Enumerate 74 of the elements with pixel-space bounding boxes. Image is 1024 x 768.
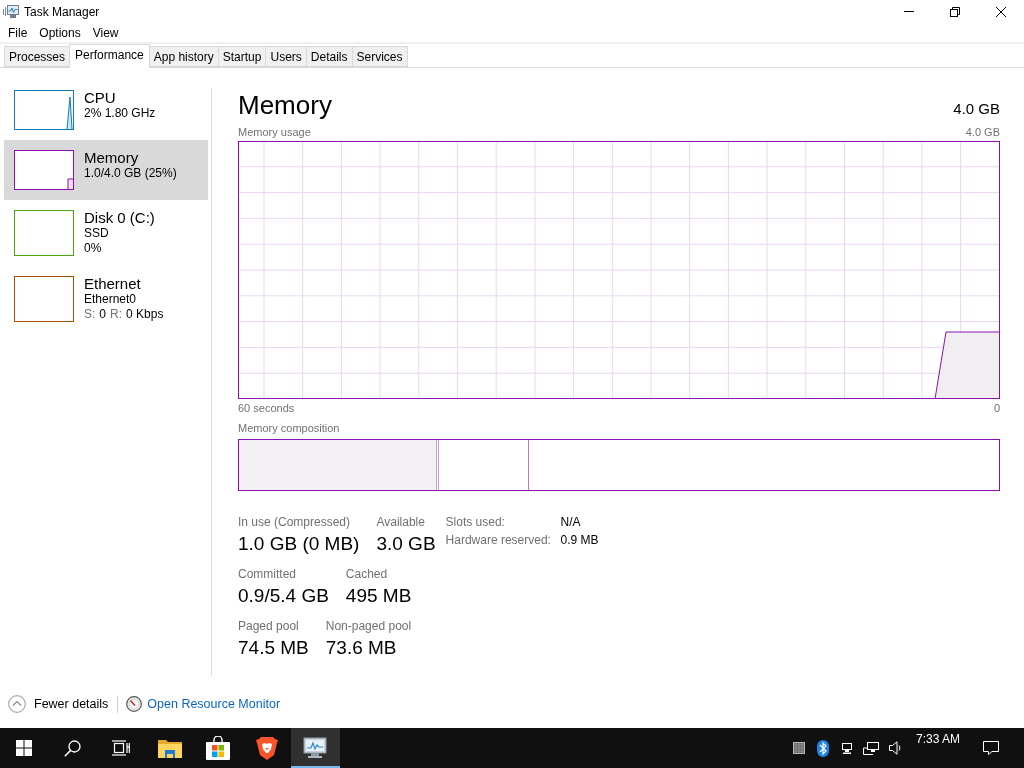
shield-icon — [255, 736, 278, 760]
network-icon[interactable] — [863, 741, 879, 755]
windows-logo-icon — [16, 740, 33, 756]
capacity-value: 4.0 GB — [953, 100, 1000, 117]
resource-detail: 1.0/4.0 GB (25%) — [84, 166, 177, 181]
window-title: Task Manager — [24, 3, 101, 20]
resource-list-item[interactable]: Disk 0 (C:) SSD 0% — [4, 200, 208, 266]
clock-time[interactable]: 7:33 AM — [907, 728, 969, 768]
detail-label: Hardware reserved: — [445, 533, 552, 547]
rate-label: S: — [84, 307, 96, 322]
menu-item[interactable]: View — [86, 23, 125, 42]
resource-list-item[interactable]: Memory 1.0/4.0 GB (25%) — [4, 140, 208, 200]
resource-name: Disk 0 (C:) — [84, 210, 155, 226]
resource-name: CPU — [84, 90, 117, 106]
graph-label: Memory composition — [238, 422, 340, 435]
resource-detail: SSD — [84, 226, 110, 241]
task-view-icon — [112, 740, 131, 756]
stat-label: Available — [376, 515, 426, 529]
resource-list-item[interactable]: CPU 2% 1.80 GHz — [4, 80, 208, 140]
rate-label: R: — [110, 307, 123, 322]
axis-label: 0 — [993, 402, 1000, 415]
taskbar-button[interactable] — [291, 728, 340, 768]
resource-detail: Ethernet0 — [84, 292, 138, 307]
tab[interactable]: Details — [305, 46, 353, 67]
open-resource-monitor-link[interactable]: Open Resource Monitor — [147, 697, 281, 711]
detail-label: Slots used: — [445, 515, 506, 529]
detail-value: N/A — [560, 515, 582, 529]
stat-label: In use (Compressed) — [238, 515, 352, 529]
rate-value: 0 — [99, 307, 107, 322]
shopping-bag-icon — [206, 736, 231, 760]
resource-list-item[interactable]: Ethernet Ethernet0 S: 0 R: 0 Kbps — [4, 266, 208, 332]
speaker-icon[interactable] — [889, 741, 901, 755]
monitor-graph-icon — [3, 4, 19, 19]
resource-detail: 0% — [84, 241, 103, 256]
tab[interactable]: Startup — [217, 46, 267, 67]
resource-name: Ethernet — [84, 276, 142, 292]
tab[interactable]: App history — [148, 46, 219, 67]
monitor-icon[interactable] — [842, 742, 852, 754]
stat-label: Non-paged pool — [325, 619, 412, 633]
folder-icon — [157, 738, 182, 758]
section-title: Memory — [238, 90, 332, 120]
tab[interactable]: Processes — [4, 46, 71, 67]
graph-label: Memory usage — [238, 126, 311, 139]
close-icon — [996, 6, 1006, 17]
stat-value: 3.0 GB — [376, 532, 436, 556]
stat-value: 1.0 GB (0 MB) — [238, 532, 360, 556]
stat-label: Cached — [345, 567, 389, 581]
chevron-up-icon — [8, 695, 26, 713]
grid-square-icon[interactable] — [793, 742, 805, 754]
monitor-graph-icon — [303, 737, 328, 759]
detail-value: 0.9 MB — [560, 533, 599, 547]
stat-label: Committed — [238, 567, 297, 581]
gauge-icon — [126, 696, 143, 712]
tab[interactable]: Services — [351, 46, 408, 67]
fewer-details-button[interactable]: Fewer details — [8, 695, 109, 713]
search-icon — [64, 739, 82, 757]
tab[interactable]: Performance — [69, 44, 150, 68]
tab[interactable]: Users — [265, 46, 307, 67]
bluetooth-icon[interactable] — [817, 739, 829, 757]
stat-value: 0.9/5.4 GB — [238, 584, 329, 608]
resource-name: Memory — [84, 150, 140, 166]
graph-max-label: 4.0 GB — [965, 126, 1000, 139]
minimize-icon — [904, 11, 914, 12]
stat-label: Paged pool — [238, 619, 300, 633]
notification-icon[interactable] — [983, 741, 999, 755]
stat-value: 74.5 MB — [238, 636, 309, 660]
axis-label: 60 seconds — [238, 402, 295, 415]
stat-value: 73.6 MB — [325, 636, 398, 660]
rate-value: 0 Kbps — [126, 307, 164, 322]
restore-icon — [950, 6, 960, 17]
stat-value: 495 MB — [345, 584, 412, 608]
menu-item[interactable]: File — [2, 23, 34, 42]
menu-item[interactable]: Options — [33, 23, 87, 42]
resource-detail: 2% 1.80 GHz — [84, 106, 156, 121]
